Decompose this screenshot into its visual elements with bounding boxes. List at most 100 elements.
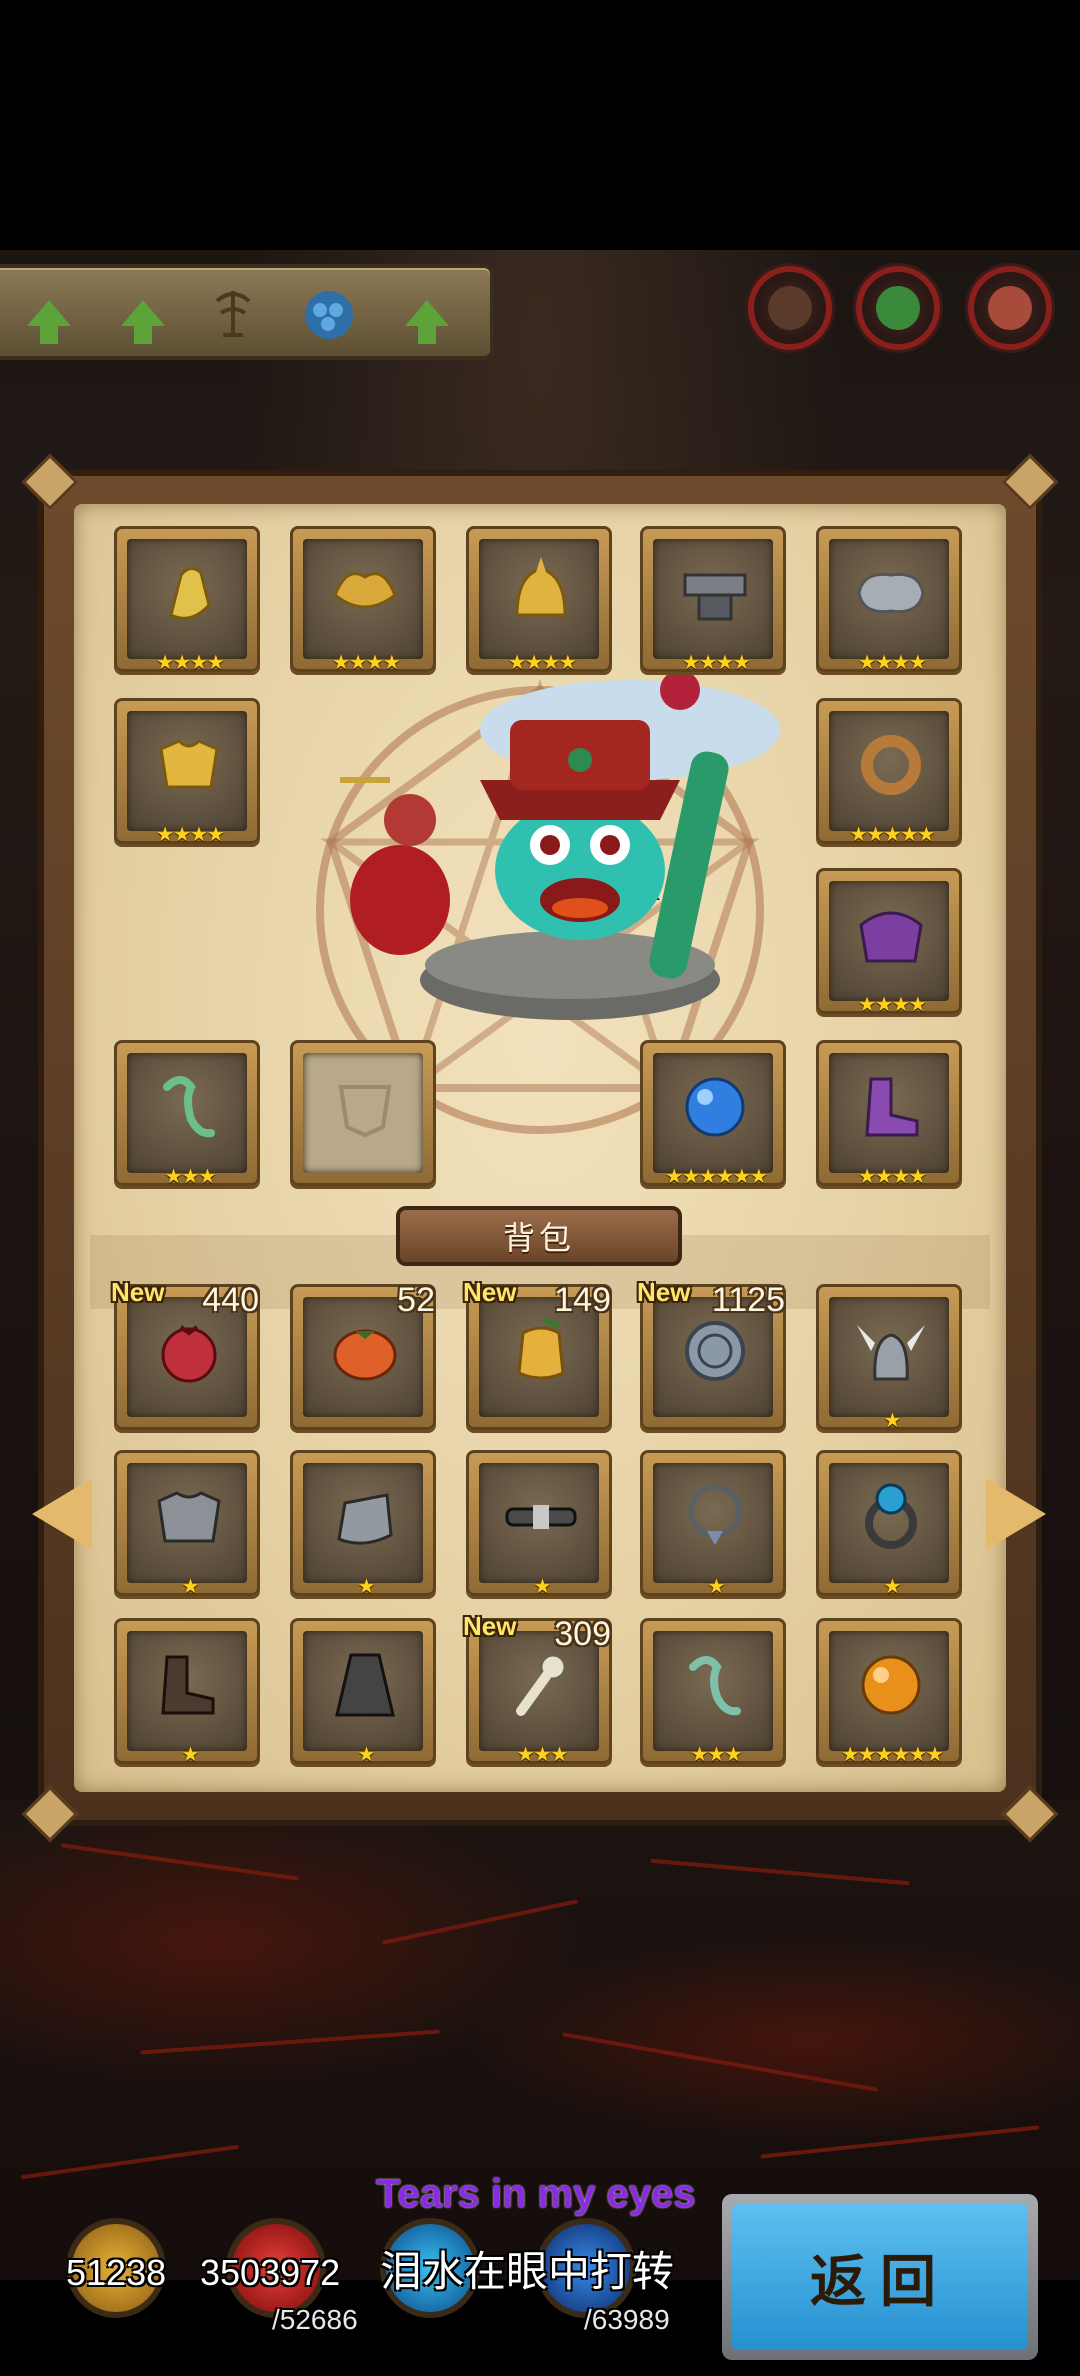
return-button[interactable]: 返回	[722, 2194, 1038, 2360]
silver-coin-icon	[685, 1321, 745, 1381]
new-badge: New	[463, 1611, 517, 1641]
golden-shoulder-icon	[333, 572, 397, 609]
steel-gauntlet-icon	[337, 1493, 393, 1545]
star-rating: ★	[357, 1574, 376, 1598]
scale-button[interactable]	[298, 282, 360, 344]
bag-item-steel-gauntlet[interactable]: ★	[290, 1450, 436, 1598]
hp-max: /52686	[272, 2304, 358, 2335]
star-rating: ★★★★	[682, 650, 751, 674]
hero-portrait-icon	[768, 286, 812, 330]
bag-item-dark-cloak[interactable]: ★	[290, 1618, 436, 1765]
item-count: 309	[554, 1615, 611, 1653]
item-count: 52	[397, 1281, 435, 1319]
bronze-ring-icon	[861, 735, 921, 795]
portrait-3[interactable]	[968, 266, 1052, 350]
backpack-title: 背包	[396, 1206, 682, 1266]
top-toolbar	[0, 264, 494, 360]
star-rating: ★★★★	[858, 650, 927, 674]
equip-slot-empty[interactable]	[290, 1040, 436, 1186]
jade-ruyi-icon	[689, 1656, 741, 1716]
bag-item-pomegranate[interactable]: New 440	[111, 1277, 260, 1430]
bag-item-jade-ruyi[interactable]: ★★★	[640, 1618, 786, 1766]
orange-orb-icon	[861, 1655, 921, 1715]
item-count: 149	[554, 1281, 611, 1319]
upgrade-arrow-icon	[121, 300, 165, 344]
gold-value: 51238	[66, 2252, 167, 2293]
bag-item-belt[interactable]: ★	[466, 1450, 612, 1598]
bag-item-persimmon[interactable]: 52	[290, 1281, 436, 1430]
portrait-2[interactable]	[856, 266, 940, 350]
equip-slot-ring[interactable]: ★★★★★	[816, 698, 962, 846]
lyric-english: Tears in my eyes	[376, 2172, 696, 2216]
equip-slot-ruyi[interactable]: ★★★	[114, 1040, 260, 1188]
bag-item-necklace[interactable]: ★	[640, 1450, 786, 1598]
equip-slot-anvil[interactable]: ★★★★	[640, 526, 786, 674]
upgrade-arrow-icon	[405, 300, 449, 344]
golden-helmet-icon	[515, 557, 567, 617]
bag-item-bone-key[interactable]: New 309 ★★★	[463, 1611, 612, 1766]
purple-armor-icon	[859, 911, 923, 963]
star-rating: ★★★	[164, 1164, 217, 1188]
star-rating: ★★★★	[858, 992, 927, 1016]
item-count: 1125	[711, 1281, 785, 1319]
upgrade-button-1[interactable]	[18, 282, 80, 344]
new-badge: New	[111, 1277, 165, 1307]
prev-page-arrow-icon[interactable]	[32, 1478, 92, 1550]
bag-item-blue-gem-ring[interactable]: ★	[816, 1450, 962, 1597]
dark-cloak-icon	[335, 1653, 395, 1717]
star-rating: ★	[181, 1574, 200, 1598]
portrait-1[interactable]	[748, 266, 832, 350]
altar-button[interactable]	[202, 282, 264, 344]
upgrade-button-3[interactable]	[396, 282, 458, 344]
jade-ruyi-icon	[163, 1076, 215, 1138]
next-page-arrow-icon[interactable]	[986, 1478, 1046, 1550]
return-button-label: 返回	[732, 2204, 1028, 2350]
gauntlet-icon	[169, 567, 211, 620]
new-badge: New	[463, 1277, 517, 1307]
upgrade-button-2[interactable]	[112, 282, 174, 344]
equip-slot-boots[interactable]: ★★★★	[816, 1040, 962, 1187]
star-rating: ★★★★	[332, 650, 401, 674]
blue-scale-icon	[305, 291, 353, 339]
bag-item-steel-armor[interactable]: ★	[114, 1450, 260, 1598]
equip-slot-purple-armor[interactable]: ★★★★	[816, 868, 962, 1016]
star-rating: ★★★★★★	[665, 1164, 768, 1188]
star-rating: ★★★★	[508, 650, 577, 674]
star-rating: ★★★	[690, 1742, 743, 1766]
equip-slot-helmet[interactable]: ★★★★	[466, 526, 612, 674]
star-rating: ★★★	[516, 1742, 569, 1766]
star-rating: ★★★★	[156, 822, 225, 846]
bag-item-buddha-hand[interactable]: New 149	[463, 1277, 612, 1430]
green-hero-portrait-icon	[876, 286, 920, 330]
equip-slot-lock[interactable]: ★★★★	[816, 526, 962, 674]
red-hero-portrait-icon	[988, 286, 1032, 330]
bag-item-orange-orb[interactable]: ★★★★★★	[816, 1618, 962, 1765]
star-rating: ★	[883, 1408, 902, 1432]
pomegranate-icon	[161, 1325, 217, 1383]
equip-slot-shoulder[interactable]: ★★★★	[290, 526, 436, 674]
equip-slot-armor[interactable]: ★★★★	[114, 698, 260, 846]
bag-item-leather-boots[interactable]: ★	[114, 1618, 260, 1766]
bag-item-silver-coin[interactable]: New 1125	[637, 1277, 786, 1430]
star-rating: ★★★★★	[849, 822, 936, 846]
altar-icon	[215, 291, 251, 337]
exp-max: /63989	[584, 2304, 670, 2335]
star-rating: ★	[181, 1742, 200, 1766]
equip-slot-orb[interactable]: ★★★★★★	[640, 1040, 786, 1188]
purple-boots-icon	[865, 1077, 919, 1137]
persimmon-icon	[333, 1329, 397, 1381]
equip-slot-gauntlet[interactable]: ★★★★	[114, 526, 260, 673]
item-count: 440	[202, 1281, 259, 1319]
buddha-hand-icon	[517, 1316, 565, 1380]
bag-item-winged-helmet[interactable]: ★	[816, 1284, 962, 1432]
star-rating: ★	[533, 1574, 552, 1598]
hp-value: 3503972	[200, 2252, 341, 2293]
lyric-chinese: 泪水在眼中打转	[380, 2247, 675, 2296]
silver-lock-icon	[857, 572, 925, 614]
empty-slot-icon	[338, 1085, 392, 1138]
necklace-icon	[688, 1484, 742, 1545]
new-badge: New	[637, 1277, 691, 1307]
golden-armor-icon	[159, 739, 219, 789]
star-rating: ★	[707, 1574, 726, 1598]
anvil-icon	[683, 573, 747, 621]
